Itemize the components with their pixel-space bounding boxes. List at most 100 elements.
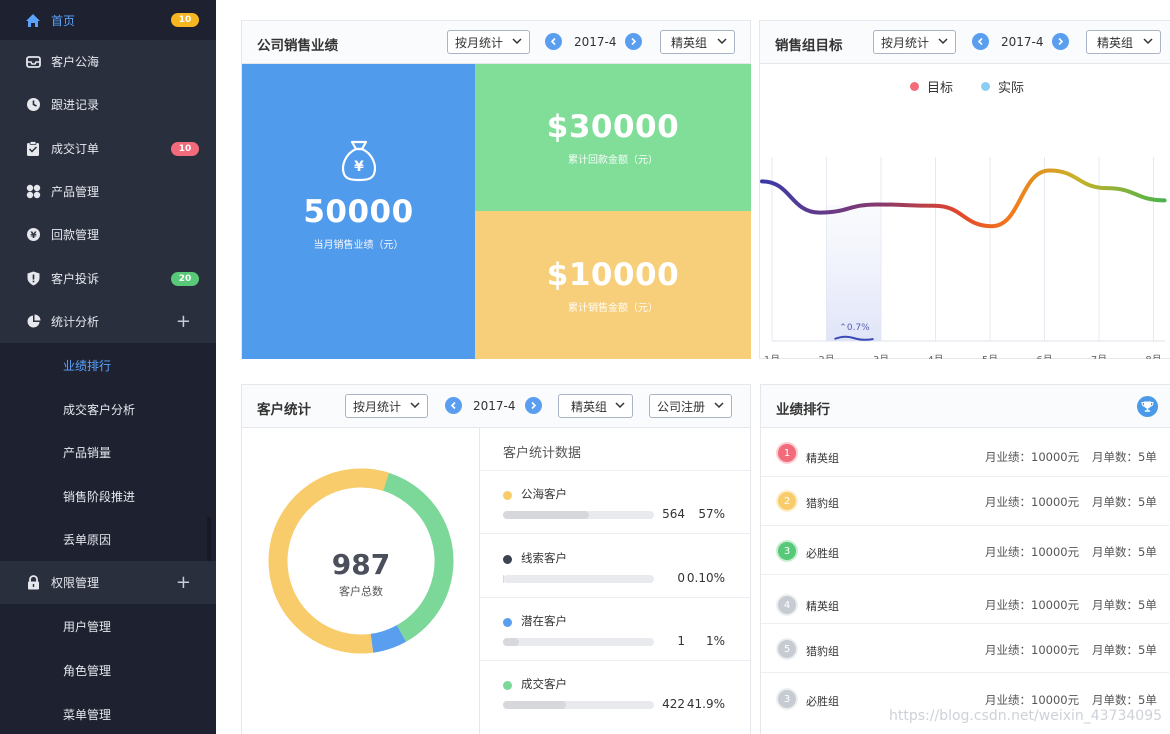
sidebar-item-public-customers[interactable]: 客户公海 [0,40,216,83]
target-line-chart: ⌃0.7% 1月 2月 3月 4月 5月 6月 7月 8月 [760,157,1167,359]
next-month-button[interactable] [1052,33,1069,50]
chevron-left-icon [450,401,456,410]
rank-monthly-performance: 月业绩：10000元 [985,545,1080,559]
row-count: 0 [677,571,685,585]
rank-number-badge: 3 [778,542,796,560]
progress-track [503,701,654,709]
period-select[interactable]: 按月统计 [345,394,428,418]
prev-month-button[interactable] [545,33,562,50]
sidebar-item-permissions[interactable]: 权限管理 + [0,561,216,604]
submenu-item-sales-stage[interactable]: 销售阶段推进 [63,488,135,505]
home-icon [25,12,41,28]
select-value: 按月统计 [353,399,402,414]
card-title: 客户统计 [257,402,311,418]
row-name: 公海客户 [521,487,567,501]
submenu-item-menus[interactable]: 菜单管理 [63,706,111,723]
select-value: 精英组 [671,35,708,50]
next-month-button[interactable] [525,397,542,414]
progress-track [503,638,654,646]
sidebar-item-orders[interactable]: 成交订单 10 [0,127,216,170]
sidebar-item-label: 成交订单 [51,142,100,156]
group-select[interactable]: 精英组 [558,394,633,418]
series-dot [503,555,512,564]
svg-text:¥: ¥ [354,159,364,175]
submenu-item-performance-ranking[interactable]: 业绩排行 [63,357,111,374]
series-dot [503,491,512,500]
donut-slice [370,625,407,653]
ranking-row: 1 精英组 月业绩：10000元 月单数：5单 [761,428,1169,477]
scope-select[interactable]: 公司注册 [649,394,732,418]
expand-plus-icon[interactable]: + [176,312,191,331]
sidebar-item-label: 产品管理 [51,185,100,199]
sidebar-item-home[interactable]: 首页 10 [0,0,216,40]
rank-monthly-orders: 月单数：5单 [1092,495,1157,509]
x-tick-label: 2月 [818,354,834,359]
inbox-icon [25,54,41,70]
sidebar-item-followup[interactable]: 跟进记录 [0,83,216,126]
money-bag-icon: ¥ [341,140,376,182]
rank-monthly-orders: 月单数：5单 [1092,545,1157,559]
submenu-scrollbar[interactable] [207,517,211,561]
sidebar-item-label: 首页 [51,13,76,28]
series-dot [503,681,512,690]
ranking-row: 3 必胜组 月业绩：10000元 月单数：5单 [761,526,1169,575]
group-select[interactable]: 精英组 [1086,30,1161,54]
row-name: 线索客户 [521,551,567,565]
customer-total-label: 客户总数 [339,585,383,598]
svg-text:¥: ¥ [30,231,37,241]
row-percent: 1% [705,634,725,648]
card-title: 公司销售业绩 [257,38,338,54]
period-select[interactable]: 按月统计 [873,30,956,54]
prev-month-button[interactable] [972,33,989,50]
expand-plus-icon[interactable]: + [176,573,191,592]
card-header: 客户统计 按月统计 2017-4 精英组 公司注册 [242,385,750,428]
submenu-item-users[interactable]: 用户管理 [63,618,111,635]
clock-icon [25,97,41,113]
submenu-item-roles[interactable]: 角色管理 [63,662,111,679]
trophy-icon[interactable] [1137,396,1158,417]
sidebar-item-complaints[interactable]: 客户投诉 20 [0,257,216,300]
x-tick-label: 3月 [873,354,889,359]
x-tick-label: 1月 [764,354,780,359]
progress-track [503,511,654,519]
x-tick-label: 6月 [1036,354,1052,359]
rank-group-name: 猎豹组 [806,497,839,510]
received-amount-value: $30000 [546,109,680,145]
chevron-right-icon [531,401,537,410]
row-percent: 0.10% [686,571,725,585]
customer-row: 公海客户 564 57% [480,471,750,534]
rank-number-badge: 2 [778,492,796,510]
rank-monthly-orders: 月单数：5单 [1092,693,1157,707]
rank-number-badge: 4 [778,596,796,614]
customer-row: 潜在客户 1 1% [480,598,750,661]
month-sales-tile: ¥ 50000 当月销售业绩（元） [242,64,475,359]
received-amount-tile: $30000 累计回款金额（元） [475,64,751,211]
ranking-row: 5 猎豹组 月业绩：10000元 月单数：5单 [761,624,1169,673]
sidebar-item-label: 客户投诉 [51,272,100,286]
prev-month-button[interactable] [445,397,462,414]
customer-total-value: 987 [331,548,391,581]
ranking-row: 4 精英组 月业绩：10000元 月单数：5单 [761,575,1169,624]
rank-monthly-performance: 月业绩：10000元 [985,693,1080,707]
sidebar-item-payments[interactable]: ¥ 回款管理 [0,213,216,256]
sidebar-item-label: 权限管理 [51,576,100,590]
x-tick-label: 5月 [982,354,998,359]
submenu-item-lost-order-reasons[interactable]: 丢单原因 [63,531,111,548]
progress-fill [503,511,590,519]
badge: 10 [171,141,199,156]
month-sales-label: 当月销售业绩（元） [313,240,404,251]
rank-monthly-performance: 月业绩：10000元 [985,643,1080,657]
statistics-submenu: 业绩排行 成交客户分析 产品销量 销售阶段推进 丢单原因 [0,343,216,561]
next-month-button[interactable] [625,33,642,50]
sidebar-item-statistics[interactable]: 统计分析 + [0,300,216,343]
total-sales-value: $10000 [546,256,680,293]
period-select[interactable]: 按月统计 [447,30,530,54]
sidebar-item-products[interactable]: 产品管理 [0,170,216,213]
total-sales-label: 累计销售金额（元） [568,302,658,314]
chevron-right-icon [1058,37,1064,46]
submenu-item-product-sales[interactable]: 产品销量 [63,444,111,461]
group-select[interactable]: 精英组 [660,30,735,54]
rank-monthly-performance: 月业绩：10000元 [985,450,1080,464]
submenu-item-deal-customer-analysis[interactable]: 成交客户分析 [63,401,135,418]
card-header: 公司销售业绩 按月统计 2017-4 精英组 [242,21,750,64]
